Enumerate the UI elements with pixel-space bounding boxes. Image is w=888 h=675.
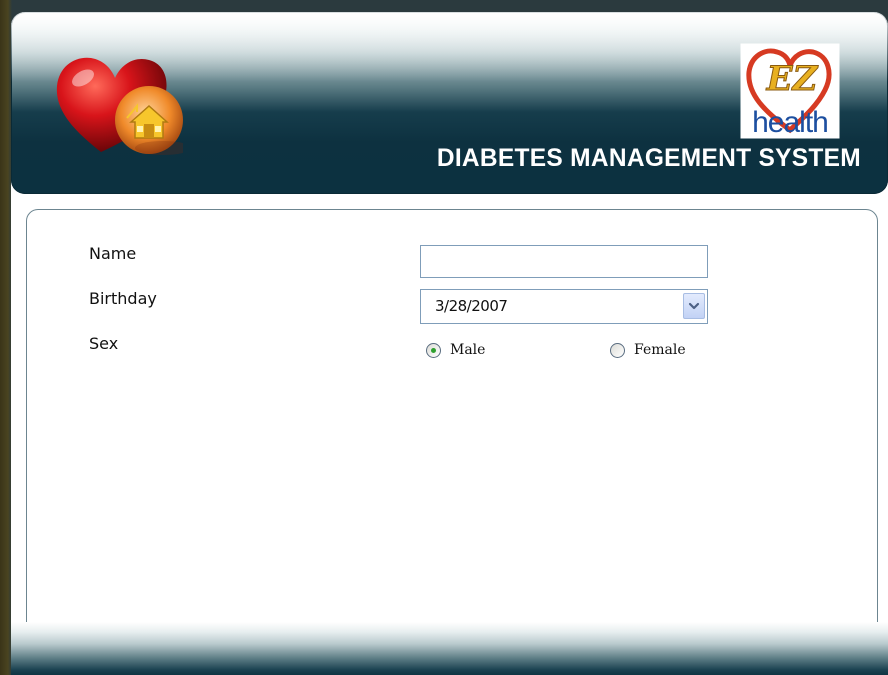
ez-logo-text: EZ bbox=[766, 59, 819, 99]
radio-male-button[interactable] bbox=[426, 342, 441, 358]
birthday-label: Birthday bbox=[89, 289, 157, 308]
header-banner: EZ health DIABETES MANAGEMENT SYSTEM bbox=[11, 12, 888, 194]
health-logo-text: health bbox=[752, 106, 828, 139]
footer-bar bbox=[11, 622, 888, 675]
name-label: Name bbox=[89, 244, 137, 263]
sex-label: Sex bbox=[89, 334, 119, 353]
system-title: DIABETES MANAGEMENT SYSTEM bbox=[436, 144, 861, 172]
ez-health-logo-art: EZ health bbox=[740, 43, 840, 139]
birthday-value: 3/28/2007 bbox=[435, 297, 508, 315]
patient-form-panel: Name Birthday 3/28/2007 Sex Male Female bbox=[26, 209, 878, 649]
name-input[interactable] bbox=[420, 245, 708, 278]
heart-home-icon[interactable] bbox=[53, 52, 183, 162]
ez-health-logo: EZ health bbox=[737, 42, 843, 140]
radio-female[interactable]: Female bbox=[610, 342, 686, 358]
chevron-down-icon bbox=[688, 302, 700, 310]
radio-male-label[interactable]: Male bbox=[450, 342, 485, 358]
radio-female-button[interactable] bbox=[610, 342, 625, 358]
radio-male[interactable]: Male bbox=[426, 342, 485, 358]
birthday-date-picker[interactable]: 3/28/2007 bbox=[420, 289, 708, 324]
radio-selected-dot bbox=[431, 347, 436, 353]
radio-female-label[interactable]: Female bbox=[634, 342, 686, 358]
app-window: EZ health DIABETES MANAGEMENT SYSTEM Nam… bbox=[11, 12, 888, 675]
birthday-dropdown-button[interactable] bbox=[683, 293, 705, 319]
